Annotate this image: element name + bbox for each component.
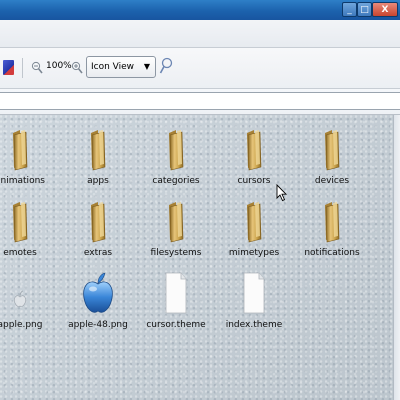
file-item[interactable]: mimetypes bbox=[214, 199, 294, 261]
file-item[interactable]: extras bbox=[58, 199, 138, 261]
file-item[interactable]: animations bbox=[0, 127, 60, 189]
file-item[interactable]: apps bbox=[58, 127, 138, 189]
folder-icon bbox=[136, 127, 216, 171]
apple-image-icon bbox=[0, 271, 60, 315]
maximize-button[interactable]: □ bbox=[357, 2, 372, 17]
file-item[interactable]: emotes bbox=[0, 199, 60, 261]
zoom-out-icon[interactable] bbox=[31, 61, 43, 74]
document-icon bbox=[214, 271, 294, 315]
folder-icon bbox=[214, 127, 294, 171]
file-item-label: index.theme bbox=[225, 320, 283, 330]
folder-icon bbox=[0, 127, 60, 171]
location-field[interactable] bbox=[0, 92, 400, 110]
window-titlebar: _ □ X bbox=[0, 0, 400, 20]
chevron-down-icon: ▼ bbox=[143, 62, 150, 71]
toolbar-action-icon[interactable] bbox=[3, 60, 14, 75]
folder-icon bbox=[58, 127, 138, 171]
file-item[interactable]: apple.png bbox=[0, 271, 60, 333]
location-bar bbox=[0, 89, 400, 115]
file-item[interactable]: categories bbox=[136, 127, 216, 189]
file-item[interactable]: index.theme bbox=[214, 271, 294, 333]
minimize-button[interactable]: _ bbox=[342, 2, 357, 17]
toolbar-separator bbox=[22, 58, 23, 78]
file-item[interactable]: apple-48.png bbox=[58, 271, 138, 333]
file-item[interactable]: notifications bbox=[292, 199, 372, 261]
file-item-label: notifications bbox=[304, 248, 360, 258]
folder-icon bbox=[292, 199, 372, 243]
scrollbar-track[interactable] bbox=[393, 115, 400, 400]
file-item[interactable]: cursor.theme bbox=[136, 271, 216, 333]
file-item-label: devices bbox=[314, 176, 350, 186]
mouse-pointer-icon bbox=[276, 184, 288, 202]
view-mode-select[interactable]: Icon View ▼ bbox=[86, 56, 156, 78]
folder-icon bbox=[58, 199, 138, 243]
zoom-in-icon[interactable] bbox=[71, 61, 83, 74]
folder-icon bbox=[292, 127, 372, 171]
folder-icon bbox=[214, 199, 294, 243]
folder-icon bbox=[136, 199, 216, 243]
menubar bbox=[0, 20, 400, 48]
zoom-level: 100% bbox=[46, 61, 72, 71]
file-item[interactable]: filesystems bbox=[136, 199, 216, 261]
document-icon bbox=[136, 271, 216, 315]
folder-icon bbox=[0, 199, 60, 243]
close-button[interactable]: X bbox=[372, 2, 398, 17]
file-item[interactable]: cursors bbox=[214, 127, 294, 189]
search-icon[interactable] bbox=[158, 56, 174, 78]
view-mode-value: Icon View bbox=[91, 62, 135, 72]
file-item[interactable]: devices bbox=[292, 127, 372, 189]
toolbar: 100% Icon View ▼ bbox=[0, 48, 400, 89]
apple-image-icon bbox=[58, 271, 138, 315]
